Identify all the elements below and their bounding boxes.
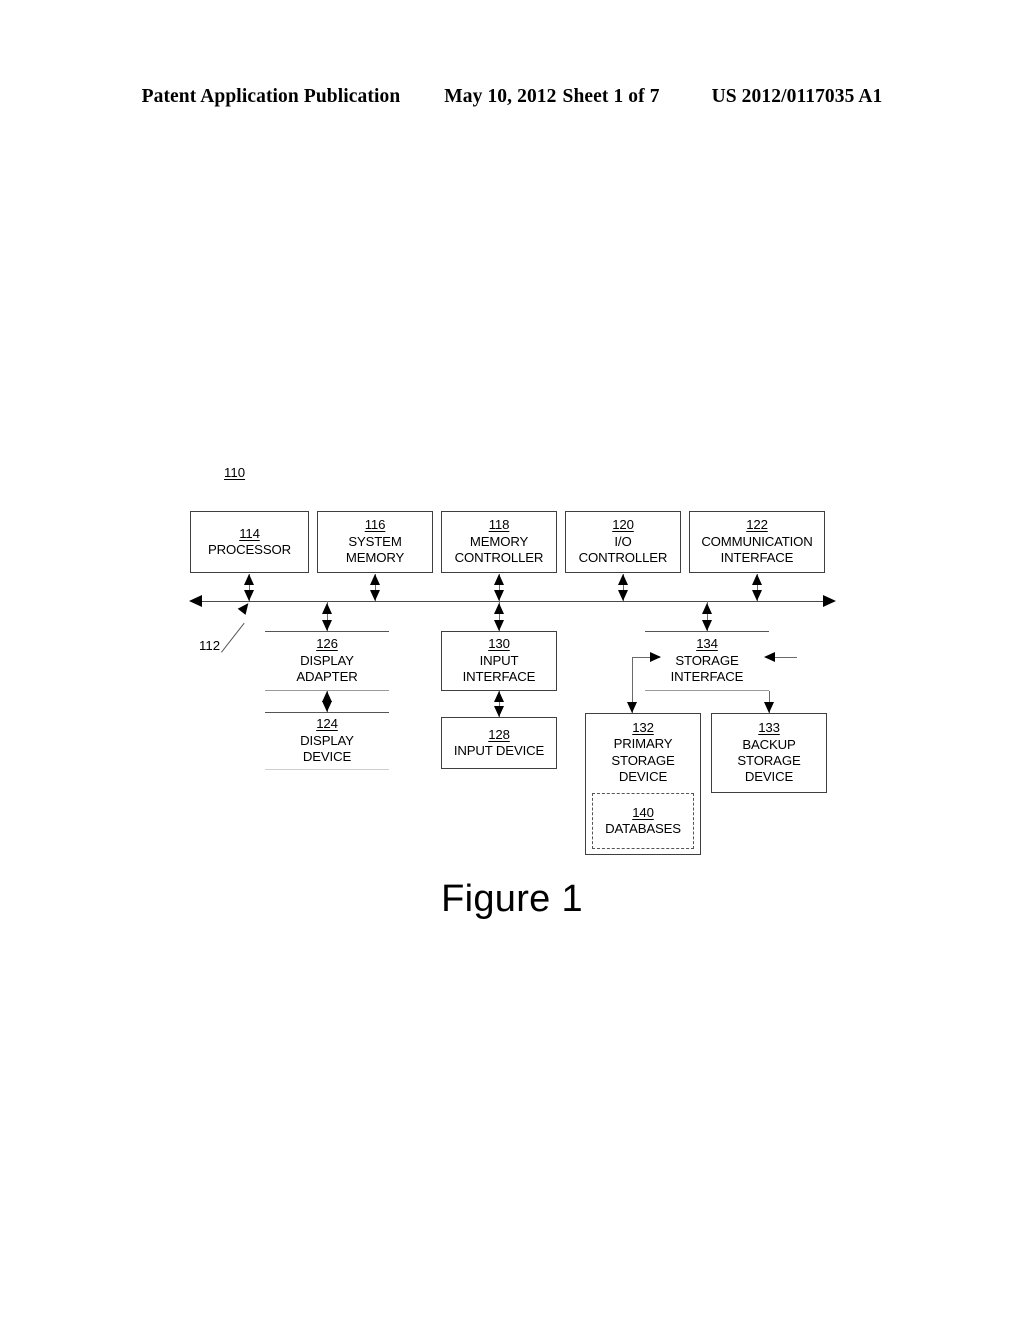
storage-interface-external-link [775,657,797,658]
node-display-device: 124 DISPLAY DEVICE [265,712,389,770]
node-memory-controller-label2: CONTROLLER [454,550,544,566]
arrowhead-up-communication-interface [751,574,762,585]
arrowhead-down-input-interface [493,620,504,631]
node-processor: 114 PROCESSOR [190,511,309,573]
node-primary-storage-device-label3: DEVICE [618,769,668,785]
node-display-adapter-label1: DISPLAY [300,652,354,668]
node-backup-storage-device-label3: DEVICE [744,769,794,785]
node-primary-storage-device-label1: PRIMARY [613,736,673,752]
arrowhead-down-processor [243,590,254,601]
figure-caption: Figure 1 [441,878,583,920]
node-storage-interface-label1: STORAGE [675,652,739,668]
node-input-device-ref: 128 [488,726,510,742]
node-input-interface-ref: 130 [488,636,510,652]
node-databases-ref: 140 [632,804,654,820]
arrowhead-left-storage-interface-external [764,651,775,662]
figure-1-diagram: 110 114 PROCESSOR 116 SYSTEM MEMORY 118 … [0,0,1024,1320]
node-processor-ref: 114 [239,525,260,541]
arrowhead-right-storage-interface [650,651,661,662]
arrowhead-down-memory-controller [493,590,504,601]
node-databases-label: DATABASES [605,821,681,836]
system-reference-110: 110 [224,465,246,480]
node-io-controller: 120 I/O CONTROLLER [565,511,681,573]
bus-leader-arrowhead [237,600,253,615]
node-processor-label: PROCESSOR [208,542,291,557]
node-memory-controller: 118 MEMORY CONTROLLER [441,511,557,573]
node-primary-storage-device-ref: 132 [632,720,654,735]
bus-arrowhead-right [823,595,836,607]
arrowhead-up-memory-controller [493,574,504,585]
bus-arrowhead-left [189,595,202,607]
node-display-device-label2: DEVICE [302,749,352,765]
node-input-interface: 130 INPUT INTERFACE [441,631,557,691]
arrowhead-up-processor [243,574,254,585]
node-display-device-ref: 124 [316,716,338,732]
arrowhead-down-backup-storage-device [763,702,774,713]
node-communication-interface-label1: COMMUNICATION [701,533,813,549]
arrowhead-down-primary-storage-device [626,702,637,713]
node-communication-interface-label2: INTERFACE [720,550,794,566]
node-backup-storage-device-ref: 133 [758,720,780,736]
arrowhead-down-display-adapter [321,620,332,631]
node-system-memory-ref: 116 [364,517,386,533]
node-communication-interface: 122 COMMUNICATION INTERFACE [689,511,825,573]
node-input-device: 128 INPUT DEVICE [441,717,557,769]
node-io-controller-label2: CONTROLLER [578,550,668,566]
node-display-adapter: 126 DISPLAY ADAPTER [265,631,389,691]
arrowhead-up-display-adapter [321,603,332,614]
node-primary-storage-device-label2: STORAGE [611,752,675,768]
arrowhead-down-io-controller [617,590,628,601]
node-io-controller-ref: 120 [612,517,634,533]
bus-reference-112: 112 [199,638,221,653]
node-input-interface-label2: INTERFACE [462,669,536,685]
arrowhead-down-display-device [321,701,332,712]
arrowhead-up-io-controller [617,574,628,585]
node-io-controller-label1: I/O [614,533,632,549]
node-system-memory-label2: MEMORY [345,550,405,566]
node-input-interface-label1: INPUT [479,652,519,668]
node-storage-interface-label2: INTERFACE [670,669,744,685]
arrowhead-up-storage-interface [701,603,712,614]
communication-bus [199,601,825,602]
node-memory-controller-label1: MEMORY [469,533,529,549]
node-system-memory: 116 SYSTEM MEMORY [317,511,433,573]
node-memory-controller-ref: 118 [488,517,510,533]
arrowhead-down-communication-interface [751,590,762,601]
arrowhead-up-system-memory [369,574,380,585]
arrowhead-up-input-interface [493,603,504,614]
node-input-device-label: INPUT DEVICE [453,743,545,758]
arrowhead-down-system-memory [369,590,380,601]
node-display-adapter-label2: ADAPTER [296,669,358,685]
node-display-device-label1: DISPLAY [300,732,354,748]
node-databases: 140 DATABASES [592,793,694,849]
node-storage-interface: 134 STORAGE INTERFACE [645,631,769,691]
bus-leader-line [221,622,245,653]
node-backup-storage-device-label1: BACKUP [742,736,796,752]
node-display-adapter-ref: 126 [316,636,338,652]
node-backup-storage-device: 133 BACKUP STORAGE DEVICE [711,713,827,793]
node-storage-interface-ref: 134 [696,636,718,652]
node-backup-storage-device-label2: STORAGE [737,753,801,768]
node-system-memory-label1: SYSTEM [348,533,402,549]
arrowhead-down-input-device [493,706,504,717]
arrowhead-down-storage-interface [701,620,712,631]
node-communication-interface-ref: 122 [746,517,768,533]
arrowhead-up-input-device [493,691,504,702]
